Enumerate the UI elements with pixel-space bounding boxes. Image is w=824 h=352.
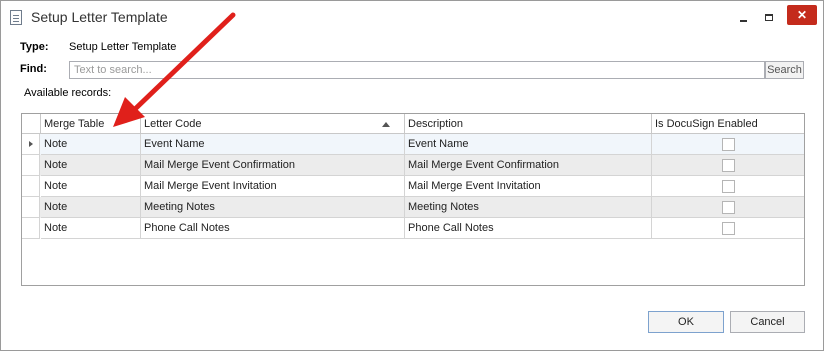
cell-letter-code[interactable]: Event Name xyxy=(141,134,405,155)
indicator-column-header xyxy=(22,114,41,134)
cell-letter-code[interactable]: Phone Call Notes xyxy=(141,218,405,239)
close-icon: ✕ xyxy=(796,8,808,22)
column-header-description[interactable]: Description xyxy=(405,114,652,134)
cell-letter-code[interactable]: Mail Merge Event Invitation xyxy=(141,176,405,197)
cell-letter-code[interactable]: Meeting Notes xyxy=(141,197,405,218)
minimize-button[interactable] xyxy=(732,7,754,27)
row-indicator[interactable] xyxy=(22,197,40,218)
table-row[interactable]: Note Mail Merge Event Invitation Mail Merg… xyxy=(22,176,804,197)
current-row-arrow-icon xyxy=(29,141,33,147)
setup-letter-template-dialog: Setup Letter Template ✕ Type: Setup Lett… xyxy=(0,0,824,351)
sort-ascending-icon xyxy=(382,122,390,127)
docusign-enabled-checkbox[interactable] xyxy=(722,180,735,193)
table-row[interactable]: Note Meeting Notes Meeting Notes xyxy=(22,197,804,218)
maximize-icon xyxy=(765,14,773,22)
docusign-enabled-checkbox[interactable] xyxy=(722,138,735,151)
column-header-letter-code-label: Letter Code xyxy=(144,118,202,130)
cell-docusign-enabled xyxy=(652,134,804,155)
cell-description[interactable]: Phone Call Notes xyxy=(405,218,652,239)
cell-docusign-enabled xyxy=(652,155,804,176)
docusign-enabled-checkbox[interactable] xyxy=(722,159,735,172)
cell-description[interactable]: Mail Merge Event Confirmation xyxy=(405,155,652,176)
minimize-icon xyxy=(739,19,747,22)
row-indicator[interactable] xyxy=(22,155,40,176)
maximize-button[interactable] xyxy=(758,7,780,27)
document-icon xyxy=(10,10,22,25)
docusign-enabled-checkbox[interactable] xyxy=(722,201,735,214)
cell-docusign-enabled xyxy=(652,176,804,197)
row-indicator[interactable] xyxy=(22,218,40,239)
type-value: Setup Letter Template xyxy=(69,41,177,53)
find-label: Find: xyxy=(20,63,47,75)
cell-description[interactable]: Meeting Notes xyxy=(405,197,652,218)
table-row[interactable]: Note Phone Call Notes Phone Call Notes xyxy=(22,218,804,239)
window-title: Setup Letter Template xyxy=(31,9,168,25)
row-indicator[interactable] xyxy=(22,134,40,155)
cell-merge-table[interactable]: Note xyxy=(41,155,141,176)
search-input[interactable] xyxy=(69,61,765,79)
table-row[interactable]: Note Mail Merge Event Confirmation Mail Me… xyxy=(22,155,804,176)
column-header-letter-code[interactable]: Letter Code xyxy=(141,114,405,134)
ok-button[interactable]: OK xyxy=(648,311,724,333)
available-records-label: Available records: xyxy=(24,87,112,99)
table-row[interactable]: Note Event Name Event Name xyxy=(22,134,804,155)
title-bar: Setup Letter Template ✕ xyxy=(1,1,823,33)
cell-merge-table[interactable]: Note xyxy=(41,197,141,218)
cell-merge-table[interactable]: Note xyxy=(41,176,141,197)
cell-merge-table[interactable]: Note xyxy=(41,218,141,239)
cancel-button[interactable]: Cancel xyxy=(730,311,805,333)
column-header-docusign[interactable]: Is DocuSign Enabled xyxy=(652,114,804,134)
type-label: Type: xyxy=(20,41,49,53)
cell-docusign-enabled xyxy=(652,218,804,239)
close-button[interactable]: ✕ xyxy=(787,5,817,25)
cell-description[interactable]: Mail Merge Event Invitation xyxy=(405,176,652,197)
cell-letter-code[interactable]: Mail Merge Event Confirmation xyxy=(141,155,405,176)
docusign-enabled-checkbox[interactable] xyxy=(722,222,735,235)
row-indicator[interactable] xyxy=(22,176,40,197)
cell-docusign-enabled xyxy=(652,197,804,218)
cell-merge-table[interactable]: Note xyxy=(41,134,141,155)
cell-description[interactable]: Event Name xyxy=(405,134,652,155)
column-header-merge-table[interactable]: Merge Table xyxy=(41,114,141,134)
search-button[interactable]: Search xyxy=(765,61,804,79)
grid-header: Merge Table Letter Code Description Is D… xyxy=(22,114,804,134)
records-grid[interactable]: Merge Table Letter Code Description Is D… xyxy=(21,113,805,286)
